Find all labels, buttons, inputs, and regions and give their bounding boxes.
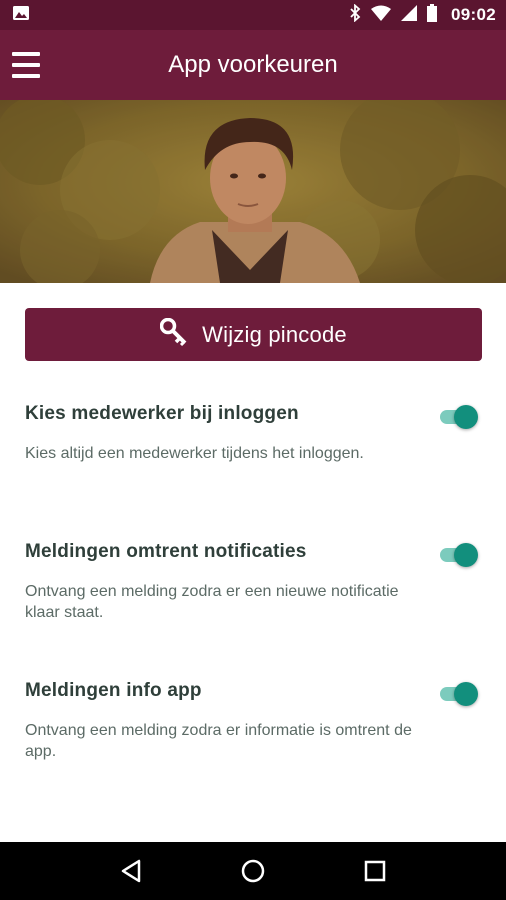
setting-title: Meldingen omtrent notificaties (25, 541, 307, 562)
profile-photo (0, 100, 506, 283)
setting-info-app-alerts: Meldingen info app Ontvang een melding z… (25, 680, 482, 762)
setting-description: Ontvang een melding zodra er een nieuwe … (25, 583, 399, 621)
info-app-alerts-toggle[interactable] (436, 682, 478, 706)
page-title: App voorkeuren (168, 51, 338, 78)
status-bar: 09:02 (0, 0, 506, 30)
bluetooth-icon (349, 3, 361, 27)
hamburger-menu-icon[interactable] (12, 52, 40, 78)
signal-icon (401, 4, 418, 26)
toggle-thumb (454, 543, 478, 567)
key-icon (159, 317, 188, 351)
status-right: 09:02 (349, 3, 496, 27)
setting-description: Ontvang een melding zodra er informatie … (25, 722, 412, 760)
toggle-thumb (454, 682, 478, 706)
back-icon[interactable] (111, 851, 151, 891)
notification-alerts-toggle[interactable] (436, 543, 478, 567)
change-pin-label: Wijzig pincode (202, 321, 347, 347)
status-left (12, 4, 30, 27)
app-bar: App voorkeuren (0, 30, 506, 100)
home-icon[interactable] (233, 851, 273, 891)
setting-choose-employee: Kies medewerker bij inloggen Kies altijd… (25, 403, 482, 464)
toggle-thumb (454, 405, 478, 429)
image-icon (12, 4, 30, 27)
system-nav-bar (0, 842, 506, 900)
setting-notification-alerts: Meldingen omtrent notificaties Ontvang e… (25, 541, 482, 623)
wifi-icon (371, 5, 392, 26)
choose-employee-toggle[interactable] (436, 405, 478, 429)
battery-icon (427, 3, 438, 27)
setting-title: Meldingen info app (25, 680, 202, 701)
setting-title: Kies medewerker bij inloggen (25, 403, 299, 424)
recents-icon[interactable] (355, 851, 395, 891)
setting-description: Kies altijd een medewerker tijdens het i… (25, 445, 364, 462)
status-time: 09:02 (451, 5, 496, 24)
change-pin-button[interactable]: Wijzig pincode (25, 308, 482, 361)
